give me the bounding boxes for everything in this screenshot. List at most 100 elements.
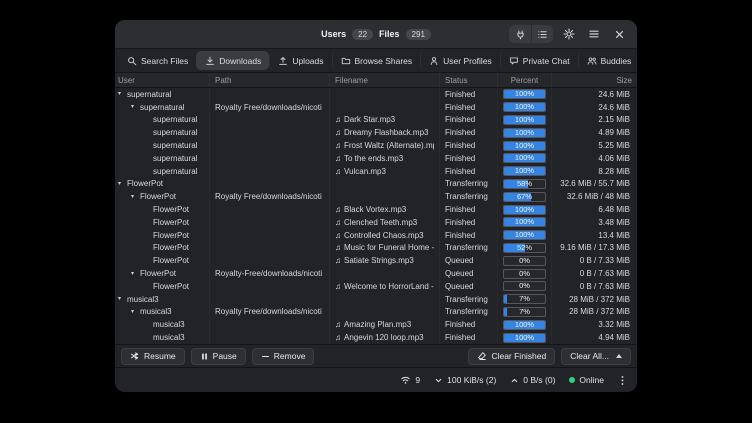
download-speed[interactable]: 100 KiB/s (2)	[434, 375, 496, 385]
expander-icon[interactable]: ▾	[118, 296, 127, 302]
remove-icon	[261, 352, 270, 361]
column-header-status[interactable]: Status	[440, 73, 498, 87]
user-cell: FlowerPot	[115, 254, 210, 267]
connections-count: 9	[415, 375, 420, 385]
music-note-icon: ♫	[335, 167, 341, 176]
path-cell	[210, 126, 330, 139]
table-row[interactable]: supernatural ♫ To the ends.mp3 Finished …	[115, 152, 637, 165]
upload-speed[interactable]: 0 B/s (0)	[510, 375, 555, 385]
remove-button[interactable]: Remove	[252, 348, 315, 365]
tab-browse-shares[interactable]: Browse Shares	[332, 51, 421, 70]
clear-all-button[interactable]: Clear All...	[561, 348, 631, 365]
table-row[interactable]: musical3 ♫ Angevin 120 loop.mp3 Finished…	[115, 331, 637, 344]
size-cell: 24.6 MiB	[552, 88, 637, 101]
status-cell: Finished	[440, 88, 498, 101]
expander-icon[interactable]: ▾	[131, 104, 140, 110]
pause-button[interactable]: Pause	[191, 348, 246, 365]
table-row[interactable]: ▾ musical3 Royalty Free/downloads/nicoti…	[115, 306, 637, 319]
status-cell: Finished	[440, 229, 498, 242]
size-cell: 32.6 MiB / 55.7 MiB	[552, 178, 637, 191]
tab-bar: Search Files Downloads Uploads	[115, 49, 637, 73]
table-row[interactable]: ▾ supernatural Royalty Free/downloads/ni…	[115, 101, 637, 114]
online-status[interactable]: Online	[569, 375, 604, 385]
table-row[interactable]: supernatural ♫ Dreamy Flashback.mp3 Fini…	[115, 126, 637, 139]
path-cell	[210, 254, 330, 267]
progress-bar: 52%	[503, 243, 546, 253]
tab-search-files[interactable]: Search Files	[119, 51, 196, 70]
close-icon[interactable]	[610, 25, 628, 43]
music-note-icon: ♫	[335, 141, 341, 150]
table-row[interactable]: ▾ FlowerPot Royalty Free/downloads/nicot…	[115, 190, 637, 203]
chevron-up-icon	[510, 376, 519, 385]
progress-bar: 100%	[503, 230, 546, 240]
tab-private-chat[interactable]: Private Chat	[500, 51, 578, 70]
column-header-filename[interactable]: Filename	[330, 73, 440, 87]
column-header-path[interactable]: Path	[210, 73, 330, 87]
path-cell	[210, 280, 330, 293]
progress-label: 100%	[504, 231, 545, 240]
expander-icon[interactable]: ▾	[131, 309, 140, 315]
tab-downloads[interactable]: Downloads	[196, 51, 269, 70]
tab-uploads[interactable]: Uploads	[269, 51, 331, 70]
caret-up-icon	[616, 354, 622, 358]
path-cell	[210, 318, 330, 331]
table-row[interactable]: ▾ musical3 Transferring 7% 28 MiB / 372 …	[115, 293, 637, 306]
table-row[interactable]: ▾ FlowerPot Royalty-Free/downloads/nicot…	[115, 267, 637, 280]
tab-buddies[interactable]: Buddies	[578, 51, 637, 70]
resume-button[interactable]: Resume	[121, 348, 185, 365]
expander-icon[interactable]: ▾	[131, 271, 140, 277]
status-cell: Finished	[440, 114, 498, 127]
progress-label: 100%	[504, 90, 545, 99]
connect-icon[interactable]	[509, 25, 531, 43]
column-header-size[interactable]: Size	[552, 73, 637, 87]
column-headers: User Path Filename Status Percent Size	[115, 73, 637, 88]
filename-text: Vulcan.mp3	[344, 167, 386, 176]
table-row[interactable]: supernatural ♫ Frost Waltz (Alternate).m…	[115, 139, 637, 152]
size-cell: 32.6 MiB / 48 MiB	[552, 190, 637, 203]
progress-bar: 100%	[503, 333, 546, 343]
progress-bar: 100%	[503, 128, 546, 138]
percent-cell: 67%	[498, 190, 552, 203]
table-row[interactable]: FlowerPot ♫ Black Vortex.mp3 Finished 10…	[115, 203, 637, 216]
kebab-menu-icon[interactable]	[618, 375, 627, 386]
folder-icon	[341, 56, 351, 66]
table-row[interactable]: ▾ supernatural Finished 100% 24.6 MiB	[115, 88, 637, 101]
progress-bar: 100%	[503, 141, 546, 151]
column-header-percent[interactable]: Percent	[498, 73, 552, 87]
table-row[interactable]: FlowerPot ♫ Controlled Chaos.mp3 Finishe…	[115, 229, 637, 242]
tab-user-profiles[interactable]: User Profiles	[420, 51, 500, 70]
expander-icon[interactable]: ▾	[131, 194, 140, 200]
user-cell: FlowerPot	[115, 203, 210, 216]
gear-icon[interactable]	[560, 25, 578, 43]
table-row[interactable]: FlowerPot ♫ Music for Funeral Home - Par…	[115, 242, 637, 255]
filename-cell: ♫ Clenched Teeth.mp3	[330, 216, 440, 229]
music-note-icon: ♫	[335, 218, 341, 227]
user-name: FlowerPot	[153, 256, 189, 265]
percent-cell: 100%	[498, 152, 552, 165]
table-row[interactable]: FlowerPot ♫ Welcome to HorrorLand - hi.m…	[115, 280, 637, 293]
user-name: FlowerPot	[127, 179, 163, 188]
room-list-icon[interactable]	[531, 25, 553, 43]
size-cell: 8.28 MiB	[552, 165, 637, 178]
tab-label: Private Chat	[523, 56, 570, 66]
size-cell: 0 B / 7.33 MiB	[552, 254, 637, 267]
files-count-badge: 291	[406, 29, 431, 40]
user-cell: supernatural	[115, 165, 210, 178]
path-cell	[210, 165, 330, 178]
clear-finished-button[interactable]: Clear Finished	[468, 348, 555, 365]
menu-icon[interactable]	[585, 25, 603, 43]
action-bar-right: Clear Finished Clear All...	[468, 348, 631, 365]
table-row[interactable]: musical3 ♫ Amazing Plan.mp3 Finished 100…	[115, 318, 637, 331]
table-row[interactable]: supernatural ♫ Vulcan.mp3 Finished 100% …	[115, 165, 637, 178]
table-row[interactable]: supernatural ♫ Dark Star.mp3 Finished 10…	[115, 114, 637, 127]
table-row[interactable]: ▾ FlowerPot Transferring 58% 32.6 MiB / …	[115, 178, 637, 191]
user-name: supernatural	[127, 90, 171, 99]
filename-cell: ♫ Controlled Chaos.mp3	[330, 229, 440, 242]
user-cell: ▾ FlowerPot	[115, 178, 210, 191]
column-header-user[interactable]: User	[115, 73, 210, 87]
table-row[interactable]: FlowerPot ♫ Satiate Strings.mp3 Queued 0…	[115, 254, 637, 267]
connections-indicator[interactable]: 9	[400, 375, 420, 385]
table-row[interactable]: FlowerPot ♫ Clenched Teeth.mp3 Finished …	[115, 216, 637, 229]
expander-icon[interactable]: ▾	[118, 91, 127, 97]
expander-icon[interactable]: ▾	[118, 181, 127, 187]
